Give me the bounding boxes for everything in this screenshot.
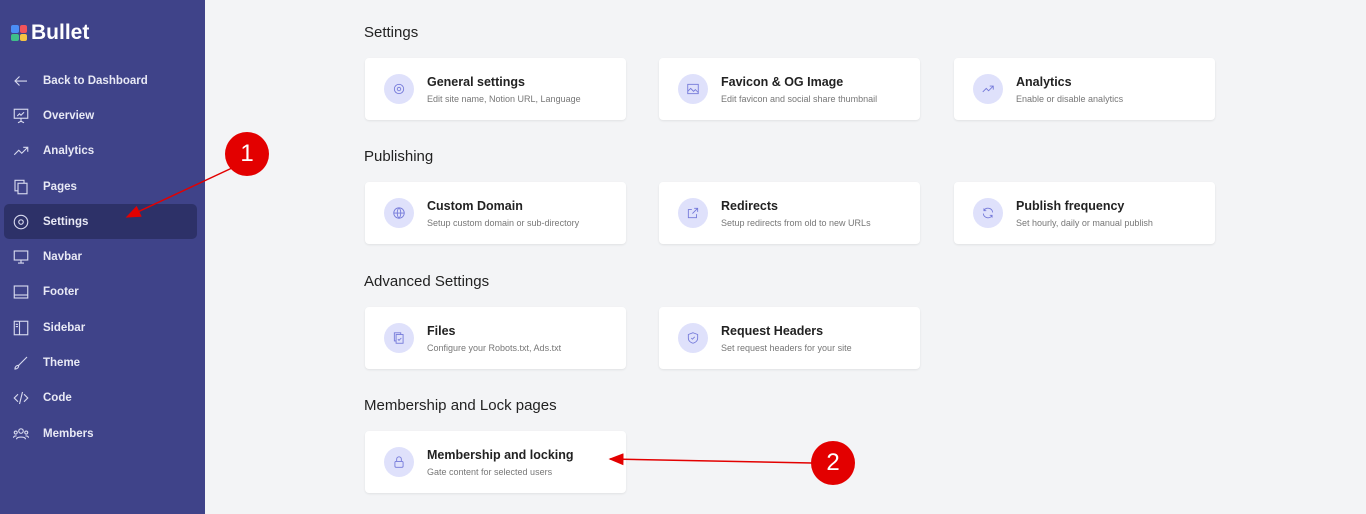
sidebar-item-members[interactable]: Members xyxy=(4,416,197,451)
card-title: Membership and locking xyxy=(427,447,574,462)
card-description: Setup redirects from old to new URLs xyxy=(721,217,871,228)
section-title: Advanced Settings xyxy=(364,273,490,290)
annotation-badge-1: 1 xyxy=(225,132,269,176)
sidebar-item-label: Sidebar xyxy=(43,321,86,334)
card-favicon-og-image[interactable]: Favicon & OG Image Edit favicon and socia… xyxy=(659,58,920,120)
annotation-badge-2: 2 xyxy=(811,441,855,485)
card-description: Edit site name, Notion URL, Language xyxy=(427,93,581,104)
refresh-icon xyxy=(982,207,994,219)
card-title: Custom Domain xyxy=(427,198,523,213)
code-icon xyxy=(13,392,29,405)
card-general-settings[interactable]: General settings Edit site name, Notion U… xyxy=(365,58,626,120)
app-name: Bullet xyxy=(31,21,90,44)
card-title: Analytics xyxy=(1016,74,1072,89)
sidebar-item-label: Theme xyxy=(43,357,81,370)
trend-icon xyxy=(13,146,29,156)
gear-icon xyxy=(393,83,405,95)
sidebar-item-label: Settings xyxy=(43,215,89,228)
globe-icon xyxy=(393,207,405,219)
image-icon xyxy=(687,83,699,95)
sidebar-item-sidebar[interactable]: Sidebar xyxy=(4,310,197,345)
card-publish-frequency[interactable]: Publish frequency Set hourly, daily or ma… xyxy=(954,182,1215,244)
sidebar-item-code[interactable]: Code xyxy=(4,381,197,416)
card-title: Publish frequency xyxy=(1016,198,1125,213)
sidebar-item-label: Navbar xyxy=(43,251,82,264)
card-membership-and-locking[interactable]: Membership and locking Gate content for s… xyxy=(365,431,626,493)
footer-icon xyxy=(13,285,29,299)
card-analytics[interactable]: Analytics Enable or disable analytics xyxy=(954,58,1215,120)
card-description: Set hourly, daily or manual publish xyxy=(1016,217,1153,228)
sidebar: Bullet Back to Dashboard Overview Analytic… xyxy=(0,0,205,514)
card-title: General settings xyxy=(427,74,525,89)
sidebar-item-back-to-dashboard[interactable]: Back to Dashboard xyxy=(4,63,197,98)
sidebar-item-label: Footer xyxy=(43,286,79,299)
sidebar-item-settings[interactable]: Settings xyxy=(4,204,197,240)
sidebar-item-label: Code xyxy=(43,392,72,405)
card-description: Gate content for selected users xyxy=(427,466,553,477)
card-description: Set request headers for your site xyxy=(721,342,852,353)
card-custom-domain[interactable]: Custom Domain Setup custom domain or sub-… xyxy=(365,182,626,244)
card-description: Enable or disable analytics xyxy=(1016,93,1124,104)
sidebar-item-navbar[interactable]: Navbar xyxy=(4,239,197,274)
trend-icon xyxy=(982,85,994,93)
sidebar-item-label: Overview xyxy=(43,109,95,122)
sidebar-item-footer[interactable]: Footer xyxy=(4,275,197,310)
bullet-logo-icon xyxy=(11,25,27,41)
sidebar-item-analytics[interactable]: Analytics xyxy=(4,134,197,169)
sidebar-item-label: Members xyxy=(43,427,94,440)
files-icon xyxy=(393,332,404,344)
sidebar-nav: Back to Dashboard Overview Analytics Pages S… xyxy=(4,63,197,451)
arrow-left-icon xyxy=(14,75,27,86)
card-description: Edit favicon and social share thumbnail xyxy=(721,93,878,104)
card-title: Files xyxy=(427,323,456,338)
sidebar-item-pages[interactable]: Pages xyxy=(4,169,197,204)
lock-icon xyxy=(394,456,404,468)
sidebar-item-overview[interactable]: Overview xyxy=(4,98,197,133)
card-title: Request Headers xyxy=(721,323,824,338)
sidebar-item-label: Pages xyxy=(43,180,77,193)
section-title: Publishing xyxy=(364,148,434,165)
shield-icon xyxy=(687,332,699,344)
card-description: Setup custom domain or sub-directory xyxy=(427,217,580,228)
sidebar-item-theme[interactable]: Theme xyxy=(4,345,197,380)
card-request-headers[interactable]: Request Headers Set request headers for y… xyxy=(659,307,920,369)
section-title: Membership and Lock pages xyxy=(364,397,557,414)
card-title: Favicon & OG Image xyxy=(721,74,844,89)
presentation-icon xyxy=(13,108,29,124)
section-title: Settings xyxy=(364,24,419,41)
card-redirects[interactable]: Redirects Setup redirects from old to new… xyxy=(659,182,920,244)
monitor-icon xyxy=(13,250,29,264)
brush-icon xyxy=(14,356,28,370)
sidebar-icon xyxy=(13,320,29,336)
settings-icon xyxy=(13,214,29,230)
sidebar-item-label: Analytics xyxy=(43,145,95,158)
pages-icon xyxy=(14,179,28,194)
external-link-icon xyxy=(687,207,699,219)
annotation-arrow-2 xyxy=(608,453,813,466)
card-description: Configure your Robots.txt, Ads.txt xyxy=(427,342,562,353)
members-icon xyxy=(12,427,30,440)
logo[interactable]: Bullet xyxy=(11,21,89,45)
sidebar-item-label: Back to Dashboard xyxy=(43,74,148,87)
card-files[interactable]: Files Configure your Robots.txt, Ads.txt xyxy=(365,307,626,369)
card-title: Redirects xyxy=(721,198,778,213)
